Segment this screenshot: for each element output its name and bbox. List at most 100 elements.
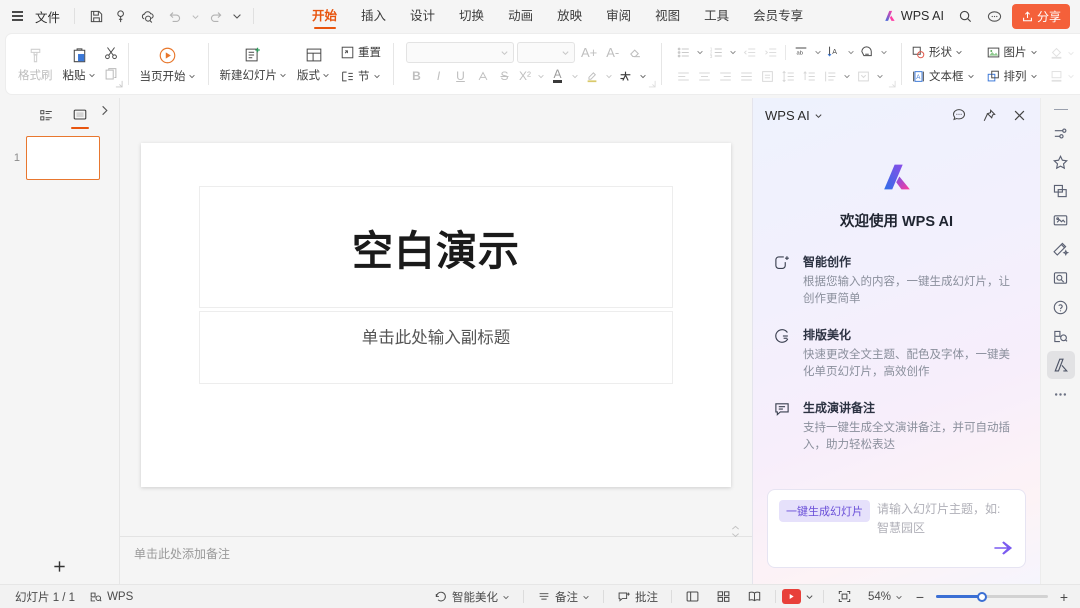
image-search-icon[interactable] <box>1047 264 1075 292</box>
help-icon[interactable] <box>1047 293 1075 321</box>
arrange-button[interactable]: 排列 <box>981 65 1043 87</box>
slide-view-icon[interactable] <box>70 104 90 129</box>
cloud-search-icon[interactable] <box>136 5 160 27</box>
slide-sorter-button[interactable] <box>709 589 738 604</box>
char-art-icon[interactable] <box>615 66 636 87</box>
zoom-out-button[interactable]: − <box>912 589 928 605</box>
zoom-slider[interactable] <box>936 591 1048 602</box>
ai-prompt-box[interactable]: 一键生成幻灯片 请输入幻灯片主题，如: 智慧园区 <box>767 489 1026 568</box>
font-size-select[interactable] <box>517 41 575 63</box>
zoom-slider-handle[interactable] <box>977 591 987 602</box>
ai-panel-header: WPS AI <box>753 98 1040 132</box>
search-icon[interactable] <box>954 5 978 27</box>
wps-ai-button[interactable]: WPS AI <box>877 6 950 26</box>
file-menu-button[interactable]: 文件 <box>30 4 65 29</box>
notes-button[interactable]: 备注 <box>530 589 597 605</box>
cut-button[interactable] <box>101 43 121 64</box>
picture-button[interactable]: 图片 <box>981 41 1043 63</box>
feedback-icon[interactable] <box>1047 322 1075 350</box>
fit-slide-button[interactable] <box>830 589 859 604</box>
tab-insert[interactable]: 插入 <box>349 0 398 32</box>
slide-canvas[interactable]: 空白演示 单击此处输入副标题 <box>141 143 731 487</box>
layout-button[interactable]: 版式 <box>292 43 335 85</box>
justify-icon <box>736 66 756 87</box>
new-slide-button[interactable]: 新建幻灯片 <box>215 43 293 85</box>
notes-splitter[interactable] <box>120 525 752 537</box>
properties-icon[interactable] <box>1047 119 1075 147</box>
tab-slideshow[interactable]: 放映 <box>545 0 594 32</box>
duplicate-icon[interactable] <box>1047 177 1075 205</box>
clipboard-dialog-launcher[interactable] <box>115 77 123 91</box>
font-dialog-launcher[interactable] <box>648 77 656 91</box>
thumbnail-row[interactable]: 1 <box>0 136 119 180</box>
comment-icon <box>618 591 630 602</box>
tab-start[interactable]: 开始 <box>300 0 349 32</box>
slide-thumbnail-1[interactable] <box>26 136 100 180</box>
smartart-icon[interactable] <box>857 42 877 63</box>
tab-animation[interactable]: 动画 <box>496 0 545 32</box>
star-icon[interactable] <box>1047 148 1075 176</box>
more-icon[interactable] <box>1047 380 1075 408</box>
magic-wand-icon[interactable] <box>1047 235 1075 263</box>
tab-tools[interactable]: 工具 <box>692 0 741 32</box>
title-placeholder[interactable]: 空白演示 <box>199 186 673 308</box>
comment-button[interactable]: 批注 <box>610 589 665 605</box>
font-family-select[interactable] <box>406 41 514 63</box>
tab-view[interactable]: 视图 <box>643 0 692 32</box>
numbering-dropdown-icon[interactable] <box>727 42 738 63</box>
paste-button[interactable]: 粘贴 <box>58 44 101 85</box>
ai-panel-title[interactable]: WPS AI <box>765 108 823 123</box>
align-text-dropdown-icon[interactable] <box>845 42 856 63</box>
expand-panel-icon[interactable] <box>98 104 111 120</box>
cloud-status-icon[interactable] <box>982 5 1008 27</box>
generate-slides-chip[interactable]: 一键生成幻灯片 <box>779 500 870 522</box>
send-icon[interactable] <box>993 540 1014 559</box>
reset-button[interactable]: 重置 <box>335 41 386 63</box>
notes-pane[interactable]: 单击此处添加备注 <box>120 536 752 584</box>
bullets-dropdown-icon[interactable] <box>694 42 705 63</box>
subtitle-placeholder[interactable]: 单击此处输入副标题 <box>199 311 673 384</box>
chevron-down-icon <box>967 74 974 79</box>
tab-design[interactable]: 设计 <box>398 0 447 32</box>
char-art-dropdown-icon[interactable] <box>637 66 648 87</box>
wps-ai-rail-icon[interactable] <box>1046 351 1075 380</box>
wps-ai-logo-icon <box>885 10 895 21</box>
zoom-in-button[interactable]: + <box>1056 589 1072 605</box>
plus-icon[interactable] <box>49 555 71 577</box>
text-direction-icon[interactable]: ab <box>791 42 811 63</box>
smartart-dropdown-icon[interactable] <box>878 42 889 63</box>
textbox-button[interactable]: A 文本框 <box>906 65 980 87</box>
tab-review[interactable]: 审阅 <box>594 0 643 32</box>
design-ideas-icon[interactable] <box>1047 206 1075 234</box>
main-menu-icon[interactable] <box>12 11 23 21</box>
normal-view-button[interactable] <box>678 589 707 604</box>
collapse-rail-icon[interactable] <box>1053 109 1068 111</box>
outline-view-icon[interactable] <box>36 104 56 126</box>
play-dropdown-icon[interactable] <box>803 586 817 608</box>
close-icon[interactable] <box>1010 106 1028 124</box>
share-button[interactable]: 分享 <box>1011 3 1070 29</box>
reading-view-button[interactable] <box>740 589 769 604</box>
smart-beautify-button[interactable]: 智能美化 <box>427 589 517 605</box>
start-from-current-button[interactable]: 当页开始 <box>135 43 201 86</box>
wps-spellcheck-button[interactable]: WPS <box>82 590 140 604</box>
align-text-icon[interactable]: A <box>824 42 844 63</box>
chat-icon[interactable] <box>950 106 968 124</box>
save-icon[interactable] <box>84 5 108 27</box>
zoom-level-label[interactable]: 54% <box>861 591 910 603</box>
tab-member[interactable]: 会员专享 <box>741 0 815 32</box>
more-quick-icon[interactable] <box>230 5 244 27</box>
paragraph-dialog-launcher[interactable] <box>888 77 896 91</box>
tab-transition[interactable]: 切换 <box>447 0 496 32</box>
ai-prompt-placeholder[interactable]: 请输入幻灯片主题，如: 智慧园区 <box>877 500 1014 538</box>
link-icon[interactable] <box>110 5 134 27</box>
play-button[interactable] <box>781 589 801 604</box>
ai-feature-item: 生成演讲备注 支持一键生成全文演讲备注，并可自动插入，助力轻松表达 <box>773 399 1020 454</box>
columns-dropdown-icon[interactable] <box>841 66 852 87</box>
section-button[interactable]: 节 <box>335 65 386 87</box>
text-direction-dropdown-icon[interactable] <box>812 42 823 63</box>
select-pane-dropdown-icon[interactable] <box>874 66 885 87</box>
ai-welcome-title: 欢迎使用 WPS AI <box>839 214 954 230</box>
shape-button[interactable]: 形状 <box>906 41 980 63</box>
pin-icon[interactable] <box>980 106 998 124</box>
